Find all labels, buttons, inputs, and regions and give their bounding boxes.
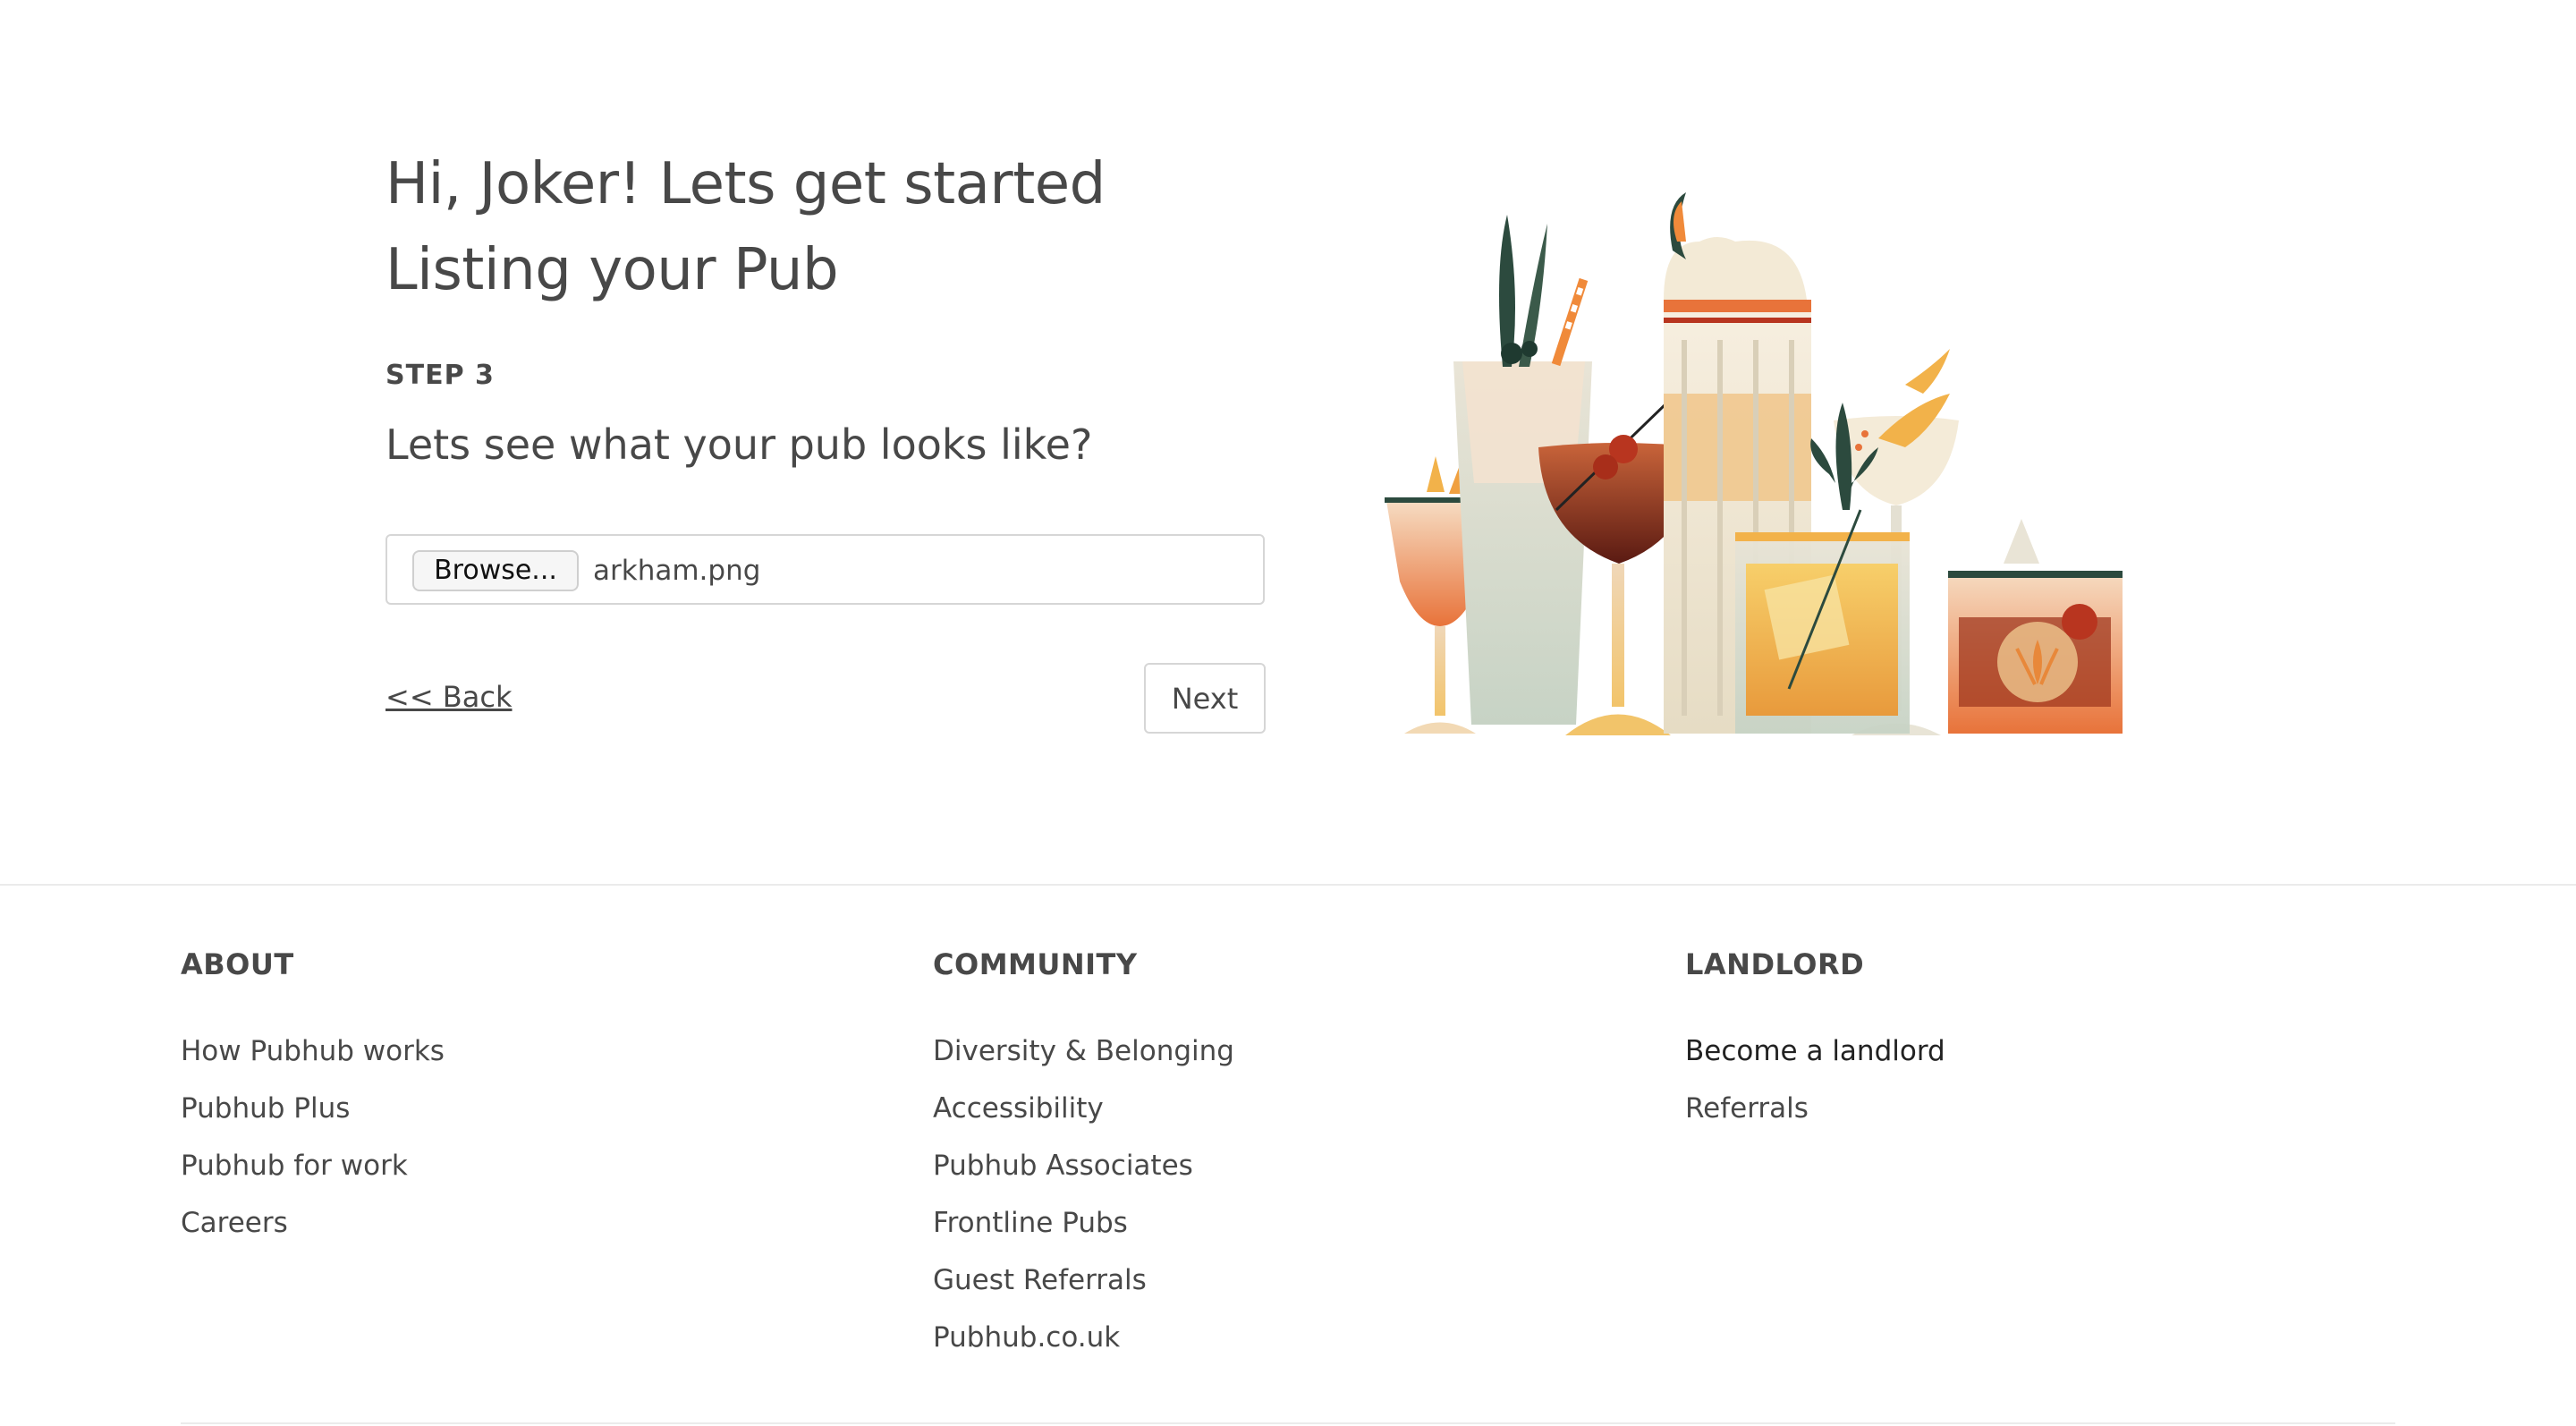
page: Hi, Joker! Lets get started Listing your… <box>0 0 2576 1426</box>
step-label: STEP 3 <box>386 360 495 391</box>
selected-file-name: arkham.png <box>593 555 761 587</box>
bottom-divider <box>181 1422 2395 1424</box>
footer-column-community: COMMUNITY Diversity & Belonging Accessib… <box>933 946 1559 1366</box>
footer-column-landlord: LANDLORD Become a landlord Referrals <box>1685 946 2311 1137</box>
footer-link-pubhub-for-work[interactable]: Pubhub for work <box>181 1150 408 1182</box>
footer-link-accessibility[interactable]: Accessibility <box>933 1092 1104 1125</box>
footer-link-guest-referrals[interactable]: Guest Referrals <box>933 1264 1147 1296</box>
footer-link-how-pubhub-works[interactable]: How Pubhub works <box>181 1035 445 1067</box>
footer-link-pubhub-co-uk[interactable]: Pubhub.co.uk <box>933 1321 1120 1354</box>
footer-link-pubhub-plus[interactable]: Pubhub Plus <box>181 1092 350 1125</box>
footer-link-pubhub-associates[interactable]: Pubhub Associates <box>933 1150 1193 1182</box>
footer-link-careers[interactable]: Careers <box>181 1207 288 1239</box>
footer-link-frontline-pubs[interactable]: Frontline Pubs <box>933 1207 1128 1239</box>
cocktail-drinks-illustration-icon <box>1385 192 2123 735</box>
back-link[interactable]: << Back <box>386 680 512 714</box>
footer-heading-landlord: LANDLORD <box>1685 947 1865 981</box>
footer-link-diversity-belonging[interactable]: Diversity & Belonging <box>933 1035 1234 1067</box>
footer-heading-community: COMMUNITY <box>933 947 1138 981</box>
file-upload-field[interactable]: Browse... arkham.png <box>386 534 1265 605</box>
page-title: Hi, Joker! Lets get started Listing your… <box>386 151 1106 303</box>
footer-heading-about: ABOUT <box>181 947 294 981</box>
footer-column-about: ABOUT How Pubhub works Pubhub Plus Pubhu… <box>181 946 807 1252</box>
next-button[interactable]: Next <box>1144 663 1266 734</box>
footer-link-become-a-landlord[interactable]: Become a landlord <box>1685 1035 1945 1067</box>
browse-button[interactable]: Browse... <box>412 550 579 591</box>
footer-divider <box>0 884 2576 886</box>
step-question: Lets see what your pub looks like? <box>386 420 1093 469</box>
footer-link-referrals[interactable]: Referrals <box>1685 1092 1809 1125</box>
